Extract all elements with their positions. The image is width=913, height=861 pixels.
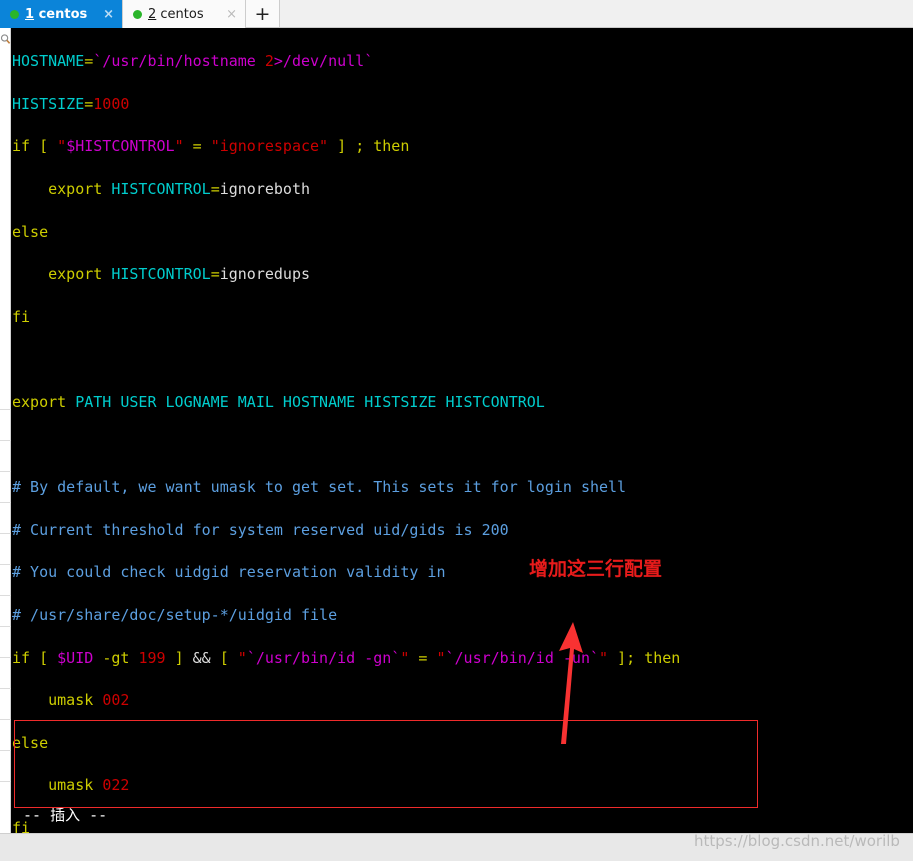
code-line: HOSTNAME=`/usr/bin/hostname 2>/dev/null` (12, 52, 374, 71)
tab-label: 2 centos (148, 7, 204, 22)
terminal-pane[interactable]: HOSTNAME=`/usr/bin/hostname 2>/dev/null`… (11, 28, 913, 833)
rail-divider (0, 719, 11, 720)
rail-divider (0, 502, 11, 503)
code-line: umask 022 (48, 776, 130, 795)
tab-centos-1[interactable]: 1 centos × (0, 0, 122, 28)
code-line: fi (12, 307, 31, 326)
code-line: umask 002 (48, 691, 130, 710)
code-line: # By default, we want umask to get set. … (12, 478, 627, 497)
code-line: else (12, 733, 49, 752)
annotation-text: 增加这三行配置 (529, 558, 663, 580)
rail-divider (0, 409, 11, 410)
tab-number: 1 (25, 6, 35, 22)
vim-status-line: -- 插入 -- (23, 806, 108, 824)
code-line: export PATH USER LOGNAME MAIL HOSTNAME H… (12, 393, 545, 412)
code-line: # Current threshold for system reserved … (12, 520, 509, 539)
code-line: # /usr/share/doc/setup-*/uidgid file (12, 606, 338, 625)
rail-divider (0, 657, 11, 658)
rail-divider (0, 533, 11, 534)
left-rail (0, 28, 11, 833)
tab-close-icon[interactable]: × (226, 8, 237, 21)
watermark: https://blog.csdn.net/worilb (694, 832, 900, 850)
tab-status-dot (133, 9, 142, 19)
rail-divider (0, 440, 11, 441)
code-line: else (12, 222, 49, 241)
search-icon[interactable] (0, 33, 11, 46)
code-line: export HISTCONTROL=ignoredups (48, 265, 311, 284)
rail-divider (0, 688, 11, 689)
tab-label: 1 centos (25, 7, 87, 22)
rail-divider (0, 564, 11, 565)
tab-close-icon[interactable]: × (103, 8, 114, 21)
rail-divider (0, 750, 11, 751)
code-line: if [ $UID -gt 199 ] && [ "`/usr/bin/id -… (12, 648, 681, 667)
rail-divider (0, 626, 11, 627)
vim-buffer[interactable]: HOSTNAME=`/usr/bin/hostname 2>/dev/null`… (12, 30, 680, 833)
code-line: fi (12, 818, 31, 833)
code-line: if [ "$HISTCONTROL" = "ignorespace" ] ; … (12, 137, 410, 156)
tab-status-dot (10, 9, 19, 19)
code-line: HISTSIZE=1000 (12, 94, 130, 113)
tab-centos-2[interactable]: 2 centos × (122, 0, 246, 28)
rail-divider (0, 595, 11, 596)
rail-divider (0, 781, 11, 782)
tab-bar: 1 centos × 2 centos × + (0, 0, 913, 28)
code-line: export HISTCONTROL=ignoreboth (48, 180, 311, 199)
rail-divider (0, 471, 11, 472)
tab-name: centos (34, 6, 88, 22)
new-tab-button[interactable]: + (246, 0, 280, 27)
tab-name: centos (156, 6, 204, 22)
